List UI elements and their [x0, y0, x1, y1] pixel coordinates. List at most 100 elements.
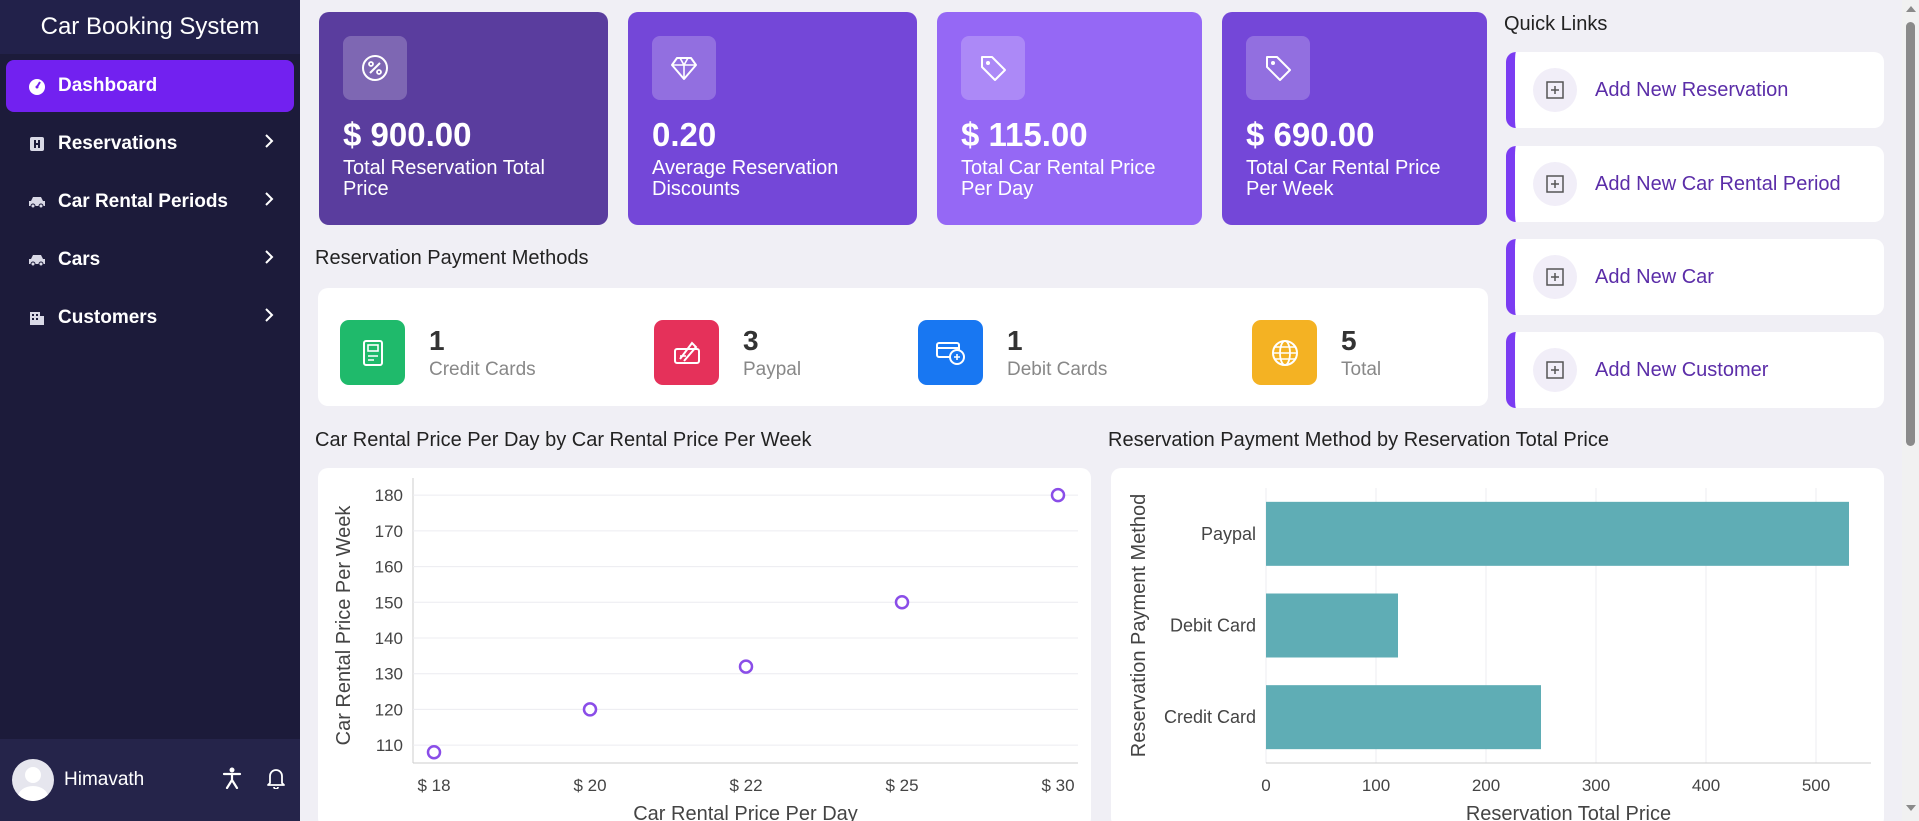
- sidebar-item-reservations[interactable]: Reservations: [6, 118, 294, 170]
- x-tick-label: 500: [1802, 776, 1830, 795]
- x-tick-label: $ 30: [1041, 776, 1074, 795]
- sidebar-item-label: Dashboard: [58, 75, 158, 96]
- scroll-down-icon[interactable]: [1906, 805, 1916, 811]
- bar-chart-panel: 0 100 200 300 400 500 Paypal Debit Card Credit C…: [1111, 468, 1884, 821]
- y-tick-label: Debit Card: [1170, 616, 1256, 636]
- payment-methods-title: Reservation Payment Methods: [315, 247, 589, 269]
- car-icon: [28, 193, 46, 211]
- diamond-icon: [652, 36, 716, 100]
- scatter-point: [426, 745, 442, 760]
- quick-links-title: Quick Links: [1504, 13, 1608, 35]
- stat-card-price-per-week: $ 690.00 Total Car Rental Price Per Week: [1222, 12, 1487, 225]
- x-tick-label: 400: [1692, 776, 1720, 795]
- quick-link-add-customer[interactable]: Add New Customer: [1506, 332, 1884, 408]
- x-tick-label: $ 22: [729, 776, 762, 795]
- chevron-right-icon: [264, 249, 274, 271]
- x-tick-label: 200: [1472, 776, 1500, 795]
- sidebar-item-label: Customers: [58, 307, 158, 328]
- y-tick-label: 170: [375, 522, 403, 541]
- plus-square-icon: [1533, 255, 1577, 299]
- user-bar: Himavath: [0, 739, 300, 821]
- bell-icon[interactable]: [266, 767, 286, 794]
- bar-chart-title: Reservation Payment Method by Reservatio…: [1108, 429, 1609, 451]
- quick-link-add-car-rental-period[interactable]: Add New Car Rental Period: [1506, 146, 1884, 222]
- user-actions: [222, 767, 286, 794]
- payment-label: Paypal: [743, 358, 802, 380]
- sidebar-item-customers[interactable]: Customers: [6, 292, 294, 344]
- scatter-chart-panel: 110 120 130 140 150 160 170 180 $ 18 $ 20 $ 22 $ 25…: [318, 468, 1091, 821]
- y-tick-label: 120: [375, 700, 403, 719]
- stat-label: Total Car Rental Price Per Day: [961, 157, 1156, 200]
- payment-label: Total: [1341, 358, 1382, 380]
- card-icon: [340, 320, 405, 385]
- globe-icon: [1252, 320, 1317, 385]
- payment-method-debit-cards: 1 Debit Cards: [918, 320, 1107, 385]
- tag-icon: [1246, 36, 1310, 100]
- stat-value: $ 690.00: [1246, 116, 1375, 153]
- page-scrollbar[interactable]: [1902, 0, 1919, 821]
- sidebar-item-dashboard[interactable]: Dashboard: [6, 60, 294, 112]
- sidebar-item-car-rental-periods[interactable]: Car Rental Periods: [6, 176, 294, 228]
- x-tick-label: 0: [1261, 776, 1270, 795]
- payment-label: Debit Cards: [1007, 358, 1108, 380]
- y-tick-label: Paypal: [1201, 524, 1256, 544]
- x-tick-label: $ 20: [573, 776, 606, 795]
- sidebar-item-cars[interactable]: Cars: [6, 234, 294, 286]
- dashboard-icon: [28, 77, 46, 95]
- chevron-right-icon: [264, 307, 274, 329]
- x-axis-label: Reservation Total Price: [1466, 803, 1671, 821]
- stat-value: $ 900.00: [343, 116, 472, 153]
- quick-link-add-car[interactable]: Add New Car: [1506, 239, 1884, 315]
- user-name: Himavath: [64, 769, 145, 790]
- payment-method-total: 5 Total: [1252, 320, 1381, 385]
- scatter-chart-title: Car Rental Price Per Day by Car Rental P…: [315, 429, 812, 451]
- scatter-point: [894, 595, 910, 610]
- stat-label: Total Reservation Total Price: [343, 157, 545, 200]
- accessibility-icon[interactable]: [222, 767, 242, 794]
- debit-card-icon: [918, 320, 983, 385]
- stat-label: Average Reservation Discounts: [652, 157, 839, 200]
- tag-icon: [961, 36, 1025, 100]
- y-tick-label: 130: [375, 665, 403, 684]
- stat-card-total-reservation-price: $ 900.00 Total Reservation Total Price: [319, 12, 608, 225]
- percent-badge-icon: [343, 36, 407, 100]
- scroll-up-icon[interactable]: [1906, 6, 1916, 12]
- quick-link-label: Add New Reservation: [1595, 78, 1789, 101]
- y-axis-label: Car Rental Price Per Week: [333, 505, 355, 746]
- payment-method-credit-cards: 1 Credit Cards: [340, 320, 536, 385]
- payment-method-paypal: 3 Paypal: [654, 320, 801, 385]
- y-tick-label: Credit Card: [1164, 707, 1256, 727]
- x-tick-label: $ 18: [417, 776, 450, 795]
- sidebar-item-label: Car Rental Periods: [58, 191, 228, 212]
- y-axis-label: Reservation Payment Method: [1128, 494, 1150, 757]
- bar: [1266, 593, 1398, 658]
- stat-value: $ 115.00: [961, 116, 1088, 153]
- y-tick-label: 150: [375, 593, 403, 612]
- sidebar: Car Booking System Dashboard Reservation…: [0, 0, 300, 821]
- bar: [1266, 685, 1541, 750]
- stat-value: 0.20: [652, 116, 717, 153]
- scroll-thumb[interactable]: [1906, 22, 1915, 446]
- payment-count: 3: [743, 324, 759, 356]
- quick-link-add-reservation[interactable]: Add New Reservation: [1506, 52, 1884, 128]
- avatar[interactable]: [12, 759, 54, 801]
- reservations-icon: [28, 135, 46, 153]
- plus-square-icon: [1533, 162, 1577, 206]
- payment-count: 1: [429, 324, 445, 356]
- x-tick-label: 100: [1362, 776, 1390, 795]
- customers-icon: [28, 309, 46, 327]
- chevron-right-icon: [264, 191, 274, 213]
- y-tick-label: 110: [376, 736, 403, 755]
- payment-count: 1: [1007, 324, 1023, 356]
- stat-label: Total Car Rental Price Per Week: [1246, 157, 1441, 200]
- sidebar-item-label: Cars: [58, 249, 101, 270]
- x-tick-label: $ 25: [885, 776, 918, 795]
- y-tick-label: 180: [375, 486, 403, 505]
- scatter-point: [738, 659, 754, 674]
- bar: [1266, 501, 1849, 566]
- scatter-point: [1050, 487, 1066, 503]
- quick-link-label: Add New Car Rental Period: [1595, 172, 1841, 195]
- sidebar-nav: Dashboard Reservations Car Rental Period…: [0, 60, 300, 344]
- sidebar-item-label: Reservations: [58, 133, 178, 154]
- payment-label: Credit Cards: [429, 358, 536, 380]
